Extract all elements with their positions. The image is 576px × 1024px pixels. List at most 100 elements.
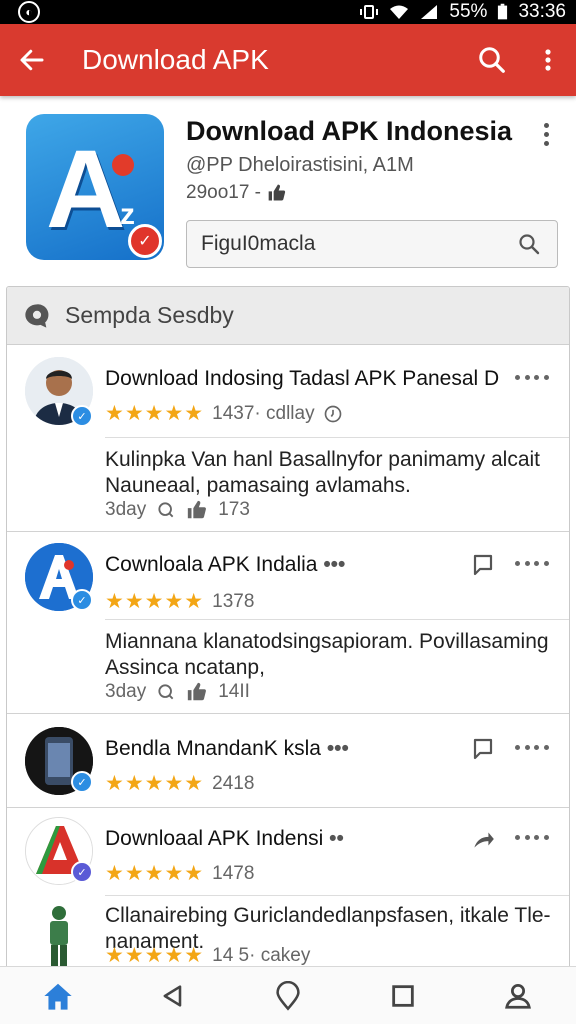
more-dot-icon bbox=[524, 744, 530, 750]
app-badge-icon: ✓ bbox=[128, 224, 162, 258]
app-title: Download APK Indonesia bbox=[186, 116, 513, 146]
triangle-back-icon bbox=[163, 984, 182, 1007]
divider bbox=[105, 619, 569, 620]
nav-location-button[interactable] bbox=[256, 967, 320, 1024]
review-author-text: Downloaal APK Indensi bbox=[105, 827, 324, 850]
section-title: Sempda Sesdby bbox=[65, 302, 234, 328]
app-logo-z-icon: z bbox=[120, 198, 135, 231]
more-dot-icon bbox=[524, 374, 530, 380]
review-time: 3day bbox=[105, 681, 147, 702]
home-icon bbox=[43, 983, 72, 1010]
review-rating-row: ★★★★★ 1478 bbox=[105, 861, 254, 886]
reply-button[interactable] bbox=[469, 551, 497, 579]
nav-recents-button[interactable] bbox=[371, 967, 435, 1024]
location-pin-icon bbox=[276, 980, 300, 1011]
divider bbox=[105, 895, 569, 896]
comment-icon[interactable] bbox=[156, 500, 176, 520]
star-rating: ★★★★★ bbox=[105, 944, 205, 967]
verified-badge-icon: ✓ bbox=[71, 861, 93, 883]
review-more-button[interactable] bbox=[515, 553, 549, 573]
review-rating-row: ★★★★★ 2418 bbox=[105, 771, 254, 796]
review-meta: 1478 bbox=[212, 862, 255, 884]
share-arrow-icon bbox=[474, 832, 494, 848]
clock: 33:36 bbox=[518, 1, 566, 22]
thumbs-up-icon[interactable] bbox=[186, 499, 208, 521]
chat-bubble-icon bbox=[25, 303, 49, 328]
app-more-button[interactable] bbox=[534, 118, 558, 150]
star-rating: ★★★★★ bbox=[105, 402, 205, 425]
arrow-back-icon bbox=[20, 49, 44, 71]
clock-icon bbox=[324, 405, 341, 422]
more-vert-icon bbox=[545, 49, 551, 71]
reviews-section: Sempda Sesdby ✓ Download Indosing Tadasl… bbox=[6, 286, 570, 976]
divider bbox=[7, 713, 569, 714]
more-dot-icon bbox=[524, 560, 530, 566]
star-rating: ★★★★★ bbox=[105, 590, 205, 613]
review-footer: 3day 173 bbox=[105, 499, 250, 521]
star-rating: ★★★★★ bbox=[105, 772, 205, 795]
search-field[interactable] bbox=[186, 220, 558, 268]
bottom-navigation bbox=[0, 966, 576, 1024]
inline-more-icon: •• bbox=[329, 827, 344, 850]
like-count: 14II bbox=[218, 681, 250, 702]
comment-icon[interactable] bbox=[156, 682, 176, 702]
search-icon bbox=[519, 234, 540, 255]
app-icon[interactable]: A z ✓ bbox=[26, 114, 164, 260]
profile-icon bbox=[505, 983, 532, 1009]
review-author-text: Cownloala APK Indalia bbox=[105, 553, 318, 576]
inline-more-icon: ••• bbox=[326, 737, 349, 760]
notification-icon: ◐ bbox=[18, 1, 40, 23]
more-dot-icon bbox=[515, 834, 520, 840]
thumbs-up-icon[interactable] bbox=[186, 681, 208, 703]
review-text: Kulinpka Van hanl Basallnyfor panimamy a… bbox=[105, 448, 541, 497]
more-dot-icon bbox=[524, 834, 530, 840]
signal-icon bbox=[421, 5, 438, 19]
verified-badge-icon: ✓ bbox=[71, 405, 93, 427]
nav-home-button[interactable] bbox=[26, 967, 90, 1024]
review-meta: 14 5· cakey bbox=[212, 944, 311, 966]
more-dot-icon bbox=[534, 834, 540, 840]
review-text: Miannana klanatodsingsapioram. Povillasa… bbox=[105, 630, 549, 679]
divider bbox=[105, 437, 569, 438]
wifi-icon bbox=[390, 5, 409, 19]
more-dot-icon bbox=[543, 122, 549, 128]
app-bar: Download APK bbox=[0, 24, 576, 96]
review-more-button[interactable] bbox=[515, 367, 549, 387]
reviewer-avatar[interactable] bbox=[25, 901, 93, 969]
review-more-button[interactable] bbox=[515, 737, 549, 757]
back-button[interactable] bbox=[0, 24, 64, 96]
section-header: Sempda Sesdby bbox=[7, 287, 569, 345]
like-count: 173 bbox=[218, 499, 250, 520]
app-bar-title: Download APK bbox=[82, 44, 269, 75]
more-dot-icon bbox=[515, 560, 520, 566]
app-developer: @PP Dheloirastisini, A1M bbox=[186, 154, 414, 176]
nav-profile-button[interactable] bbox=[486, 967, 550, 1024]
review-rating-row: ★★★★★ 1437· cdllay bbox=[105, 401, 343, 426]
chat-square-icon bbox=[473, 738, 493, 760]
more-dot-icon bbox=[543, 744, 549, 750]
more-dot-icon bbox=[534, 374, 540, 380]
review-author: Download Indosing Tadasl APK Panesal D bbox=[105, 367, 500, 390]
search-input[interactable] bbox=[201, 232, 515, 256]
review-meta: 2418 bbox=[212, 772, 255, 794]
more-dot-icon bbox=[534, 560, 540, 566]
more-dot-icon bbox=[543, 834, 549, 840]
search-button[interactable] bbox=[464, 24, 520, 96]
share-button[interactable] bbox=[469, 825, 497, 853]
battery-icon bbox=[498, 3, 508, 20]
overflow-menu-button[interactable] bbox=[520, 24, 576, 96]
nav-back-button[interactable] bbox=[141, 967, 205, 1024]
more-dot-icon bbox=[515, 744, 520, 750]
app-stats-text: 29oo17 - bbox=[186, 182, 262, 203]
thumbs-up-icon bbox=[268, 184, 286, 201]
sun-icon bbox=[112, 154, 134, 176]
vibrate-icon bbox=[360, 5, 379, 19]
status-bar: ◐ 55% 33:36 bbox=[0, 0, 576, 24]
divider bbox=[7, 531, 569, 532]
review-more-button[interactable] bbox=[515, 827, 549, 847]
search-field-button[interactable] bbox=[515, 230, 543, 258]
review-rating-row: ★★★★★ 1378 bbox=[105, 589, 254, 614]
review-time: 3day bbox=[105, 499, 147, 520]
app-stats: 29oo17 - bbox=[186, 182, 287, 204]
reply-button[interactable] bbox=[469, 735, 497, 763]
